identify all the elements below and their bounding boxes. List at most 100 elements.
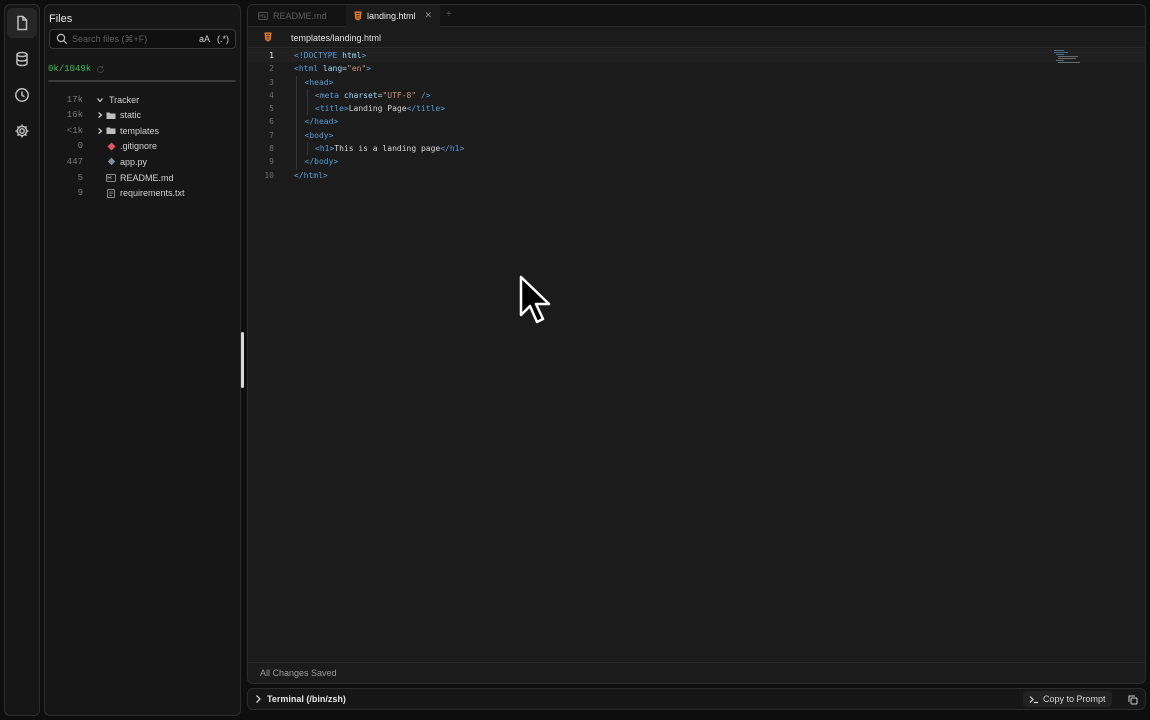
code-token: lang — [322, 64, 343, 74]
token-usage-bar — [48, 80, 236, 82]
code-token: > — [361, 51, 367, 60]
code-token: "en" — [347, 64, 367, 74]
code-token: </body> — [304, 157, 339, 167]
terminal-title: Terminal (/bin/zsh) — [267, 694, 346, 704]
line-number: 9 — [269, 157, 274, 167]
status-bar: All Changes Saved — [248, 662, 1145, 683]
file-name: app.py — [120, 156, 148, 167]
files-view-button[interactable] — [7, 8, 37, 38]
indent-guide — [296, 102, 297, 116]
file-search-box[interactable]: aA (.*) — [49, 29, 236, 49]
chevron-down-icon[interactable] — [95, 95, 105, 105]
chevron-right-icon[interactable] — [253, 694, 263, 704]
code-line[interactable]: 1 <!DOCTYPE html> — [248, 49, 1145, 63]
tab-label: README.md — [273, 11, 327, 21]
code-token: "UTF-8" — [382, 90, 417, 100]
file-name: .gitignore — [120, 141, 158, 152]
breadcrumb-path: templates/landing.html — [291, 33, 382, 43]
file-size: 447 — [66, 156, 83, 167]
database-view-button[interactable] — [7, 44, 37, 74]
file-tree-item[interactable]: 0 .gitignore — [45, 139, 240, 154]
file-icon — [17, 15, 28, 31]
code-token: <!DOCTYPE — [294, 51, 343, 60]
indent-guide — [306, 142, 308, 156]
file-size: 5 — [77, 172, 83, 183]
activity-bar — [4, 4, 40, 716]
indent-guide — [306, 102, 308, 116]
tab-bar: README.md landing.html ✕ + — [248, 5, 1145, 27]
panel-resize-handle[interactable] — [241, 332, 244, 388]
terminal-panel[interactable]: Terminal (/bin/zsh) Copy to Prompt — [247, 688, 1146, 710]
code-token: Landing Page — [348, 104, 407, 114]
line-number: 5 — [269, 104, 274, 114]
code-text: <body> — [305, 129, 334, 142]
file-size: 0 — [77, 141, 83, 152]
refresh-icon[interactable] — [96, 65, 105, 74]
file-tree-item[interactable]: 447 app.py — [45, 154, 240, 169]
gear-icon — [15, 124, 29, 138]
file-tree-item[interactable]: 16k static — [45, 108, 240, 123]
html-file-icon — [264, 32, 272, 42]
tab-readme[interactable]: README.md — [258, 5, 327, 27]
code-token: /> — [416, 90, 431, 100]
minimap[interactable] — [1054, 49, 1080, 65]
file-name: README.md — [120, 172, 174, 183]
code-line[interactable]: 3 <head> — [248, 75, 1145, 89]
code-line[interactable]: 4 <meta charset="UTF-8" /> — [248, 88, 1145, 103]
close-tab-icon[interactable]: ✕ — [425, 10, 433, 21]
code-editor[interactable]: 1 <!DOCTYPE html> 2 <html lang="en"> 3 <head>… — [248, 49, 1145, 182]
text-file-icon — [106, 188, 116, 198]
file-size: 16k — [66, 110, 83, 121]
line-number: 6 — [269, 117, 274, 127]
code-token: > — [366, 64, 372, 74]
file-tree-item[interactable]: <1k templates — [45, 123, 240, 138]
match-case-toggle[interactable]: aA — [199, 34, 210, 44]
code-line[interactable]: 2 <html lang="en"> — [248, 62, 1145, 75]
file-tree-item[interactable]: 17k Tracker — [45, 92, 240, 107]
code-token: <title> — [315, 104, 349, 114]
code-token: <h1> — [315, 144, 335, 154]
indent-guide — [296, 155, 297, 169]
code-line[interactable]: 5 <title>Landing Page</title> — [248, 102, 1145, 116]
code-token: <head> — [304, 77, 334, 87]
settings-view-button[interactable] — [7, 116, 37, 146]
file-tree-item[interactable]: 9 requirements.txt — [45, 186, 240, 201]
file-tree-item[interactable]: 5 README.md — [45, 170, 240, 185]
python-file-icon — [106, 157, 116, 167]
editor-panel: README.md landing.html ✕ + templates/lan… — [247, 4, 1146, 684]
regex-toggle[interactable]: (.*) — [217, 34, 229, 44]
chevron-right-icon[interactable] — [95, 110, 105, 120]
line-number: 7 — [269, 130, 274, 140]
file-name: requirements.txt — [120, 188, 185, 199]
history-view-button[interactable] — [7, 80, 37, 110]
copy-button[interactable] — [1126, 693, 1140, 707]
code-token: </h1> — [440, 144, 465, 154]
new-tab-button[interactable]: + — [446, 9, 452, 20]
code-line[interactable]: 9 </body> — [248, 155, 1145, 169]
code-text: </body> — [305, 155, 339, 168]
indent-guide — [296, 115, 297, 129]
indent-guide — [296, 75, 297, 89]
tab-landing-html[interactable]: landing.html ✕ — [346, 5, 441, 27]
code-token: <html — [294, 64, 323, 74]
git-icon — [106, 141, 116, 151]
code-token: </head> — [304, 117, 339, 127]
breadcrumb: templates/landing.html — [248, 28, 1145, 48]
terminal-prompt-icon — [1029, 695, 1038, 703]
code-text: <title>Landing Page</title> — [315, 102, 445, 115]
line-number: 10 — [264, 170, 274, 180]
file-name: Tracker — [109, 94, 140, 105]
code-line[interactable]: 10 </html> — [248, 169, 1145, 182]
indent-guide — [296, 88, 297, 103]
token-count-value: 0k/1049k — [48, 64, 92, 74]
file-size: 17k — [66, 94, 83, 105]
code-line[interactable]: 7 <body> — [248, 128, 1145, 143]
chevron-right-icon[interactable] — [95, 126, 105, 136]
code-line[interactable]: 8 <h1>This is a landing page</h1> — [248, 142, 1145, 156]
indent-guide — [296, 128, 297, 143]
search-input[interactable] — [72, 32, 188, 46]
code-line[interactable]: 6 </head> — [248, 115, 1145, 129]
folder-icon — [106, 126, 116, 136]
database-icon — [16, 51, 28, 67]
copy-to-prompt-button[interactable]: Copy to Prompt — [1023, 691, 1112, 707]
